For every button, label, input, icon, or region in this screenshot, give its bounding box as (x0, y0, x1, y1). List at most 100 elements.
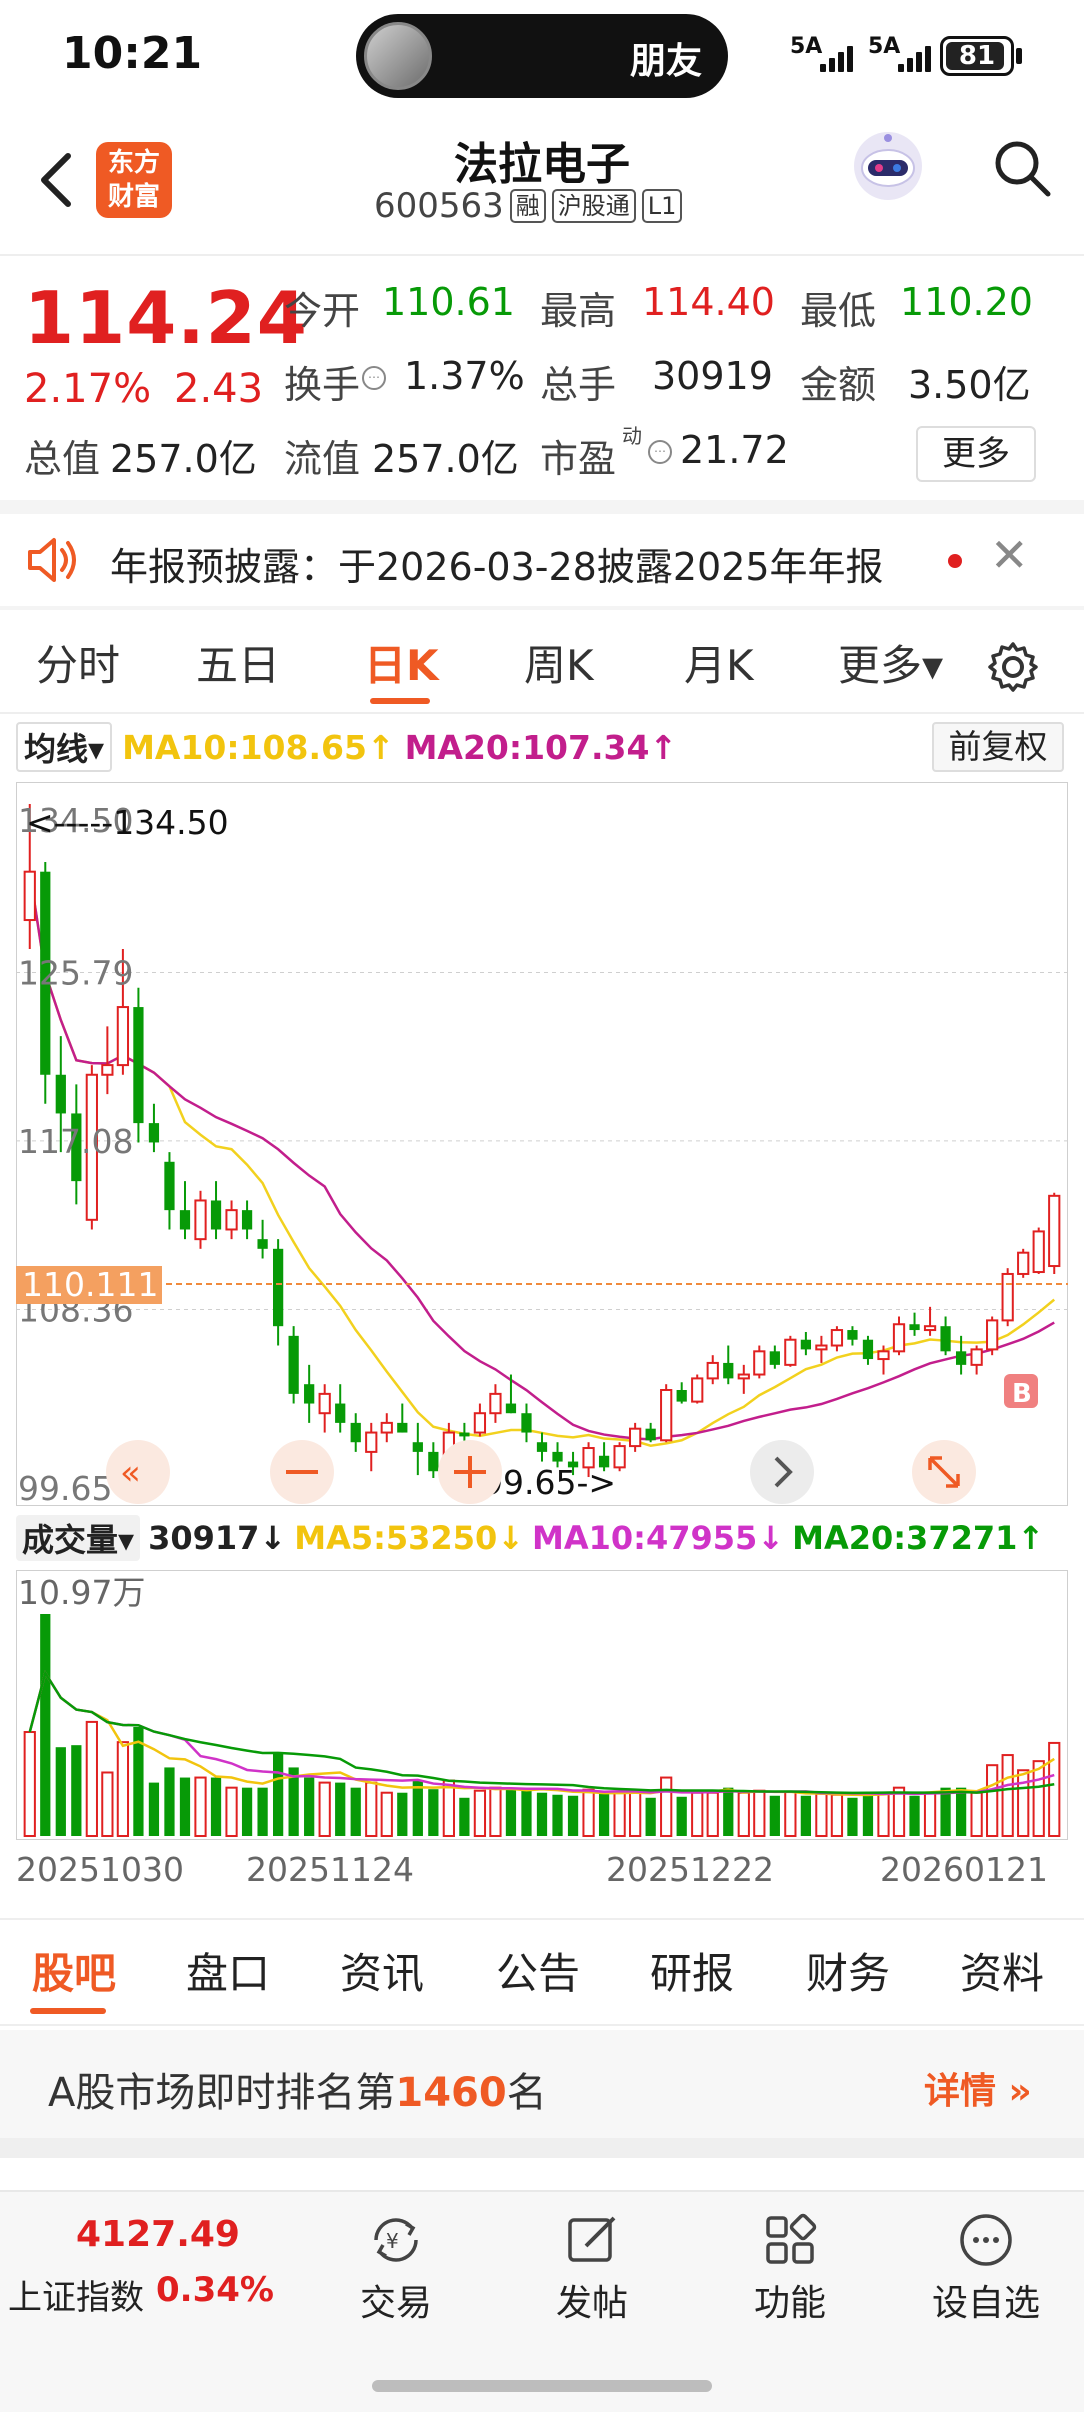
volume-bar (737, 1791, 750, 1837)
volume-bar (210, 1777, 222, 1836)
search-icon[interactable] (990, 136, 1054, 200)
gear-icon[interactable] (986, 640, 1040, 694)
avatar (364, 22, 432, 90)
volume-bar (892, 1786, 906, 1837)
market-rank-bar[interactable]: A股市场即时排名第1460名 详情 » (0, 2030, 1084, 2138)
volume-bar (830, 1793, 844, 1838)
high-value: 114.40 (642, 280, 775, 324)
volume-selector[interactable]: 成交量▾ (16, 1515, 141, 1561)
tab-guba[interactable]: 股吧 (32, 1940, 116, 2001)
post-button[interactable]: 发帖 (532, 2210, 652, 2326)
dynamic-island[interactable]: 朋友 (356, 14, 728, 98)
candle (1032, 1227, 1045, 1274)
function-button[interactable]: 功能 (730, 2210, 850, 2326)
volume-bar (691, 1791, 704, 1837)
volume-bar (442, 1779, 455, 1837)
max-annotation: <-----134.50 (26, 803, 229, 842)
tab-intraday[interactable]: 分时 (36, 632, 120, 693)
change-amount: 2.43 (174, 366, 264, 412)
active-tab-indicator (30, 2008, 106, 2014)
detail-link[interactable]: 详情 » (924, 2062, 1032, 2114)
high-label: 最高 (540, 289, 617, 333)
divider (0, 500, 1084, 514)
vol-ma5-label: MA5:53250↓ (294, 1519, 525, 1557)
volume-bar (598, 1792, 610, 1836)
tab-finance[interactable]: 财务 (806, 1940, 890, 2001)
tab-order-book[interactable]: 盘口 (186, 1940, 270, 2001)
add-watchlist-label: 设自选 (931, 2283, 1040, 2324)
clock: 10:21 (62, 28, 203, 79)
function-label: 功能 (753, 2283, 826, 2324)
volume-bar (23, 1731, 36, 1837)
tab-news[interactable]: 资讯 (340, 1940, 424, 2001)
volume-bar (877, 1791, 890, 1837)
volume-bar (923, 1791, 937, 1837)
tab-profile[interactable]: 资料 (960, 1940, 1044, 2001)
signal-bars-icon (820, 40, 860, 72)
candle (1048, 1192, 1061, 1274)
volume-bar (397, 1792, 408, 1836)
bottom-toolbar: 4127.49 上证指数 0.34% ¥ 交易 发帖 功能 设自选 (0, 2190, 1084, 2412)
vol-ma10-label: MA10:47955↓ (532, 1519, 785, 1557)
volume-bar (241, 1787, 253, 1836)
volume-bar (101, 1771, 114, 1837)
tab-daily-k[interactable]: 日K (364, 632, 439, 693)
unread-dot (948, 554, 962, 568)
tab-more[interactable]: 更多▾ (838, 632, 943, 693)
volume-chart[interactable]: 10.97万 (16, 1570, 1068, 1840)
info-icon[interactable]: ⋯ (362, 366, 386, 390)
volume-bar (645, 1797, 656, 1836)
index-value[interactable]: 4127.49 (76, 2214, 240, 2255)
volume-bar (194, 1776, 207, 1837)
y-axis-label: 99.65 (18, 1469, 112, 1506)
volume-bar (909, 1795, 920, 1836)
index-name[interactable]: 上证指数 (8, 2270, 144, 2319)
trade-icon: ¥ (374, 2218, 418, 2262)
min-annotation: 99.65-> (482, 1463, 616, 1502)
volume-bar (380, 1791, 393, 1837)
close-icon[interactable]: ✕ (990, 528, 1029, 582)
rank-suffix: 名 (506, 2070, 547, 2116)
tab-research[interactable]: 研报 (650, 1940, 734, 2001)
tab-five-day[interactable]: 五日 (196, 632, 280, 693)
content-tabs: 股吧 盘口 资讯 公告 研报 财务 资料 (0, 1940, 1084, 2030)
trade-button[interactable]: ¥ 交易 (336, 2210, 456, 2326)
info-icon[interactable]: ⋯ (648, 440, 672, 464)
divider (0, 2138, 1084, 2158)
volume-bar (164, 1767, 175, 1836)
volume-bar (55, 1747, 66, 1836)
announcement-bar[interactable]: 年报预披露：于2026-03-28披露2025年年报 ✕ (0, 514, 1084, 606)
announcement-text: 年报预披露：于2026-03-28披露2025年年报 (110, 545, 884, 589)
add-watchlist-button[interactable]: 设自选 (926, 2210, 1046, 2326)
volume-bar (955, 1787, 967, 1836)
speaker-icon (28, 538, 76, 582)
tab-weekly-k[interactable]: 周K (524, 632, 594, 693)
ma-selector[interactable]: 均线▾ (16, 722, 113, 772)
rank-text: A股市场即时排名第1460名 (48, 2060, 547, 2118)
volume-bar (85, 1720, 98, 1837)
low-value: 110.20 (900, 280, 1033, 324)
current-price-label: 110.111 (22, 1265, 158, 1304)
function-icon (766, 2213, 817, 2264)
low-label: 最低 (800, 289, 877, 333)
connect-tag: 沪股通 (551, 189, 636, 223)
pe-label: 市盈 (540, 437, 617, 481)
tab-announcements[interactable]: 公告 (496, 1940, 580, 2001)
mktcap-value: 257.0亿 (110, 437, 257, 481)
float-value: 257.0亿 (372, 437, 519, 481)
volume-bar (365, 1781, 378, 1837)
tab-monthly-k[interactable]: 月K (684, 632, 754, 693)
volume-bar (350, 1787, 361, 1836)
rank-number: 1460 (395, 2070, 507, 2116)
more-button[interactable]: 更多 (916, 426, 1036, 482)
volume-bar (318, 1781, 331, 1837)
date-axis: 20251030 20251124 20251222 20260121 (0, 1850, 1084, 1890)
volume-bar (769, 1795, 780, 1836)
scroll-right-button[interactable] (750, 1440, 814, 1504)
assistant-robot-icon[interactable] (848, 126, 928, 206)
kline-chart[interactable]: 134.50125.79117.08108.3699.65 110.111 <-… (16, 782, 1068, 1506)
adjust-button[interactable]: 前复权 (932, 722, 1064, 772)
double-left-icon: « (120, 1453, 141, 1493)
volume-bar (552, 1794, 563, 1836)
margin-tag: 融 (509, 189, 546, 223)
